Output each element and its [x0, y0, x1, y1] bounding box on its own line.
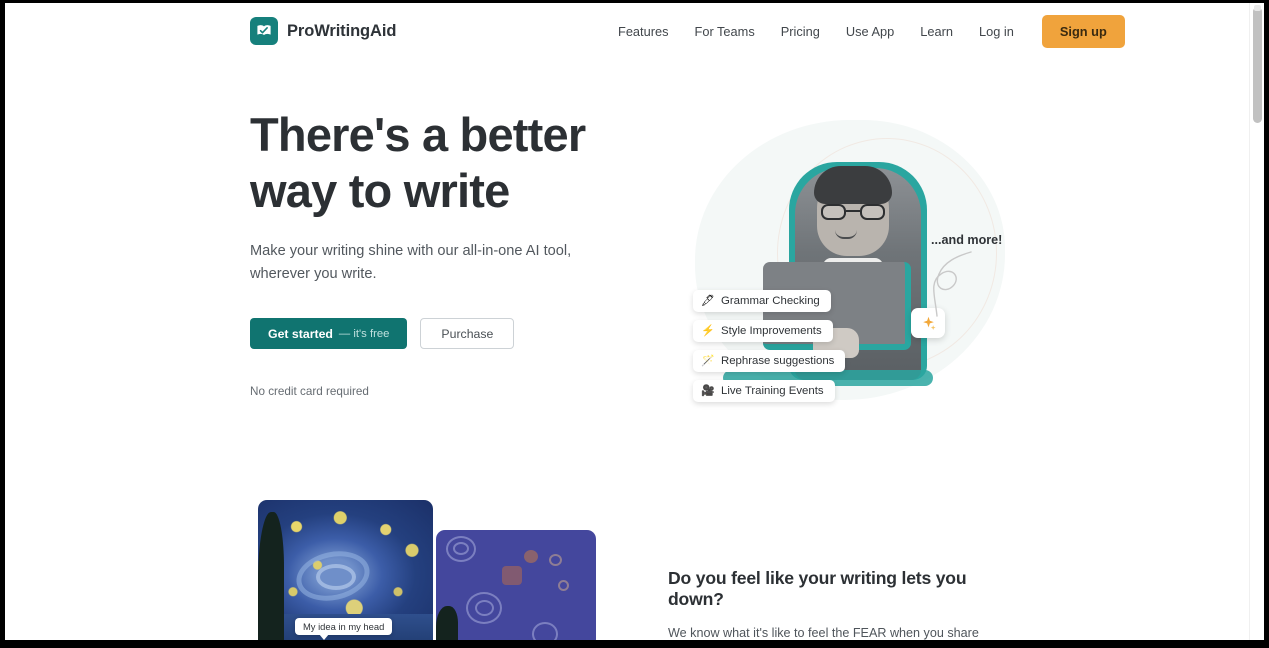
- feature-pill-live-training-events: 🎥 Live Training Events: [693, 380, 835, 402]
- section-two-copy: Do you feel like your writing lets you d…: [668, 568, 1018, 640]
- pen-icon: 🖋: [701, 294, 715, 307]
- nav-link-for-teams[interactable]: For Teams: [682, 18, 768, 45]
- nav-link-features[interactable]: Features: [605, 18, 682, 45]
- lightning-icon: ⚡: [701, 324, 715, 337]
- feature-pill-label: Style Improvements: [721, 325, 822, 337]
- spiral-decoration: [475, 600, 494, 616]
- hand-drawn-squiggle-icon: [933, 251, 972, 317]
- feature-pill-rephrase-suggestions: 🪄 Rephrase suggestions: [693, 350, 846, 372]
- hero-subtitle: Make your writing shine with our all-in-…: [250, 243, 572, 282]
- and-more-label: ...and more!: [931, 233, 1003, 247]
- nav-link-learn[interactable]: Learn: [907, 18, 966, 45]
- hero-illustration: ...and more! 🖋 Grammar Checking ⚡ Style …: [665, 100, 1025, 430]
- spiral-decoration: [549, 554, 562, 566]
- writing-lets-you-down-section: My idea in my head Do you feel like your…: [5, 480, 1249, 640]
- site-header: ProWritingAid Features For Teams Pricing…: [5, 3, 1249, 60]
- hero-section: There's a better way to write Make your …: [5, 60, 1249, 480]
- cypress-silhouette: [258, 512, 284, 640]
- feature-pill-style-improvements: ⚡ Style Improvements: [693, 320, 833, 342]
- feature-pill-grammar-checking: 🖋 Grammar Checking: [693, 290, 831, 312]
- swirl-decoration: [316, 564, 356, 590]
- page-content: ProWritingAid Features For Teams Pricing…: [5, 3, 1249, 640]
- feature-pill-label: Rephrase suggestions: [721, 355, 835, 367]
- book-check-logo-icon: [250, 17, 278, 45]
- feature-pill-label: Live Training Events: [721, 385, 824, 397]
- star-dot: [524, 550, 538, 563]
- brand-name: ProWritingAid: [287, 21, 397, 40]
- spiral-decoration: [453, 542, 469, 555]
- vertical-scrollbar-track[interactable]: [1249, 3, 1264, 640]
- hero-copy: There's a better way to write Make your …: [250, 107, 640, 398]
- get-started-button[interactable]: Get started — it's free: [250, 318, 408, 349]
- browser-viewport-frame: ProWritingAid Features For Teams Pricing…: [0, 0, 1269, 648]
- purchase-button[interactable]: Purchase: [420, 318, 515, 349]
- nav-link-pricing[interactable]: Pricing: [768, 18, 833, 45]
- magic-wand-icon: 🪄: [701, 354, 715, 367]
- star-dot: [502, 566, 522, 585]
- page-canvas: ProWritingAid Features For Teams Pricing…: [5, 3, 1264, 640]
- spiral-decoration: [532, 622, 558, 640]
- spiral-decoration: [558, 580, 569, 591]
- nav-link-use-app[interactable]: Use App: [833, 18, 907, 45]
- glasses-icon: [821, 204, 885, 220]
- get-started-sublabel: — it's free: [338, 327, 390, 340]
- feature-pill-list: 🖋 Grammar Checking ⚡ Style Improvements …: [693, 290, 846, 402]
- vertical-scrollbar-thumb[interactable]: [1253, 5, 1262, 123]
- get-started-label: Get started: [268, 326, 333, 341]
- nav-link-log-in[interactable]: Log in: [966, 18, 1027, 45]
- section-two-body: We know what it's like to feel the FEAR …: [668, 626, 979, 640]
- brand-logo-link[interactable]: ProWritingAid: [250, 17, 396, 45]
- section-two-title: Do you feel like your writing lets you d…: [668, 568, 967, 609]
- sign-up-button[interactable]: Sign up: [1041, 15, 1125, 48]
- purple-night-card: [436, 530, 596, 640]
- hero-title: There's a better way to write: [250, 108, 586, 217]
- cypress-silhouette: [436, 606, 458, 640]
- feature-pill-label: Grammar Checking: [721, 295, 820, 307]
- artwork-group: My idea in my head: [250, 500, 596, 640]
- person-hair: [814, 166, 892, 204]
- idea-caption-bubble: My idea in my head: [295, 618, 393, 640]
- no-credit-card-note: No credit card required: [250, 385, 369, 398]
- video-camera-icon: 🎥: [701, 384, 715, 397]
- main-navigation: Features For Teams Pricing Use App Learn…: [605, 3, 1125, 60]
- hero-action-buttons: Get started — it's free Purchase: [250, 318, 640, 349]
